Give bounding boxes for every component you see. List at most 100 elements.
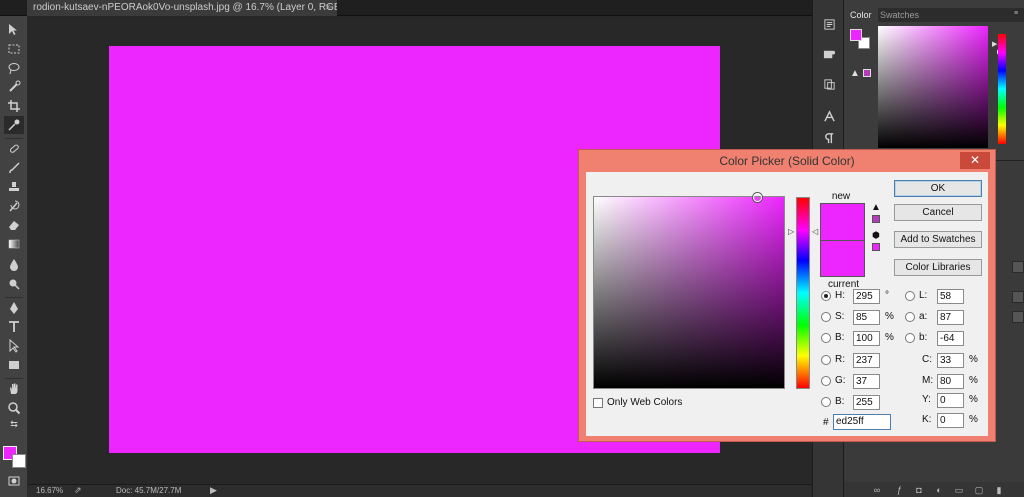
green-row: G: 37 [821,374,901,390]
a-channel-field[interactable]: 87 [937,310,964,325]
blue-row: B: 255 [821,395,901,411]
paragraph-panel-icon[interactable] [821,130,837,146]
magenta-field[interactable]: 80 [937,374,964,389]
a-channel-radio[interactable] [905,312,915,322]
hue-slider-right-pointer-icon[interactable]: ◁ [812,227,818,236]
pen-tool-icon[interactable] [4,299,24,317]
black-unit: % [969,414,978,425]
lasso-tool-icon[interactable] [4,59,24,77]
only-web-colors-checkbox[interactable] [593,398,603,408]
lightness-field[interactable]: 58 [937,289,964,304]
yellow-unit: % [969,394,978,405]
adjustment-layer-icon[interactable]: ◐ [934,485,944,495]
saturation-row: S: 85 % [821,310,901,326]
black-field[interactable]: 0 [937,413,964,428]
crop-tool-icon[interactable] [4,97,24,115]
actions-panel-icon[interactable] [821,46,837,62]
brightness-radio[interactable] [821,333,831,343]
magenta-row: M: 80 % [916,374,986,390]
hand-tool-icon[interactable] [4,380,24,398]
document-tab[interactable]: rodion-kutsaev-nPEORAok0Vo-unsplash.jpg … [27,0,337,16]
hue-radio[interactable] [821,291,831,301]
color-field[interactable] [593,193,785,389]
lightness-row: L: 58 [905,289,985,305]
web-safe-warning-icon[interactable]: ⬢ [872,230,880,241]
web-safe-swatch[interactable] [872,243,880,251]
delete-layer-icon[interactable]: ▮ [994,485,1004,495]
only-web-colors-label[interactable]: Only Web Colors [607,397,682,408]
yellow-row: Y: 0 % [916,393,986,409]
tab-color[interactable]: Color [844,8,878,22]
group-layers-icon[interactable]: ▭ [954,485,964,495]
blur-tool-icon[interactable] [4,256,24,274]
background-color-swatch[interactable] [12,454,26,468]
spot-healing-tool-icon[interactable] [4,140,24,158]
add-to-swatches-button[interactable]: Add to Swatches [894,231,982,248]
close-tab-icon[interactable]: × [325,0,331,16]
history-brush-tool-icon[interactable] [4,197,24,215]
panel-foreground-swatch[interactable] [850,29,862,41]
path-selection-tool-icon[interactable] [4,337,24,355]
current-color-swatch[interactable] [820,241,865,277]
properties-panel-icon[interactable] [821,76,837,92]
character-panel-icon[interactable] [821,108,837,124]
rectangle-tool-icon[interactable] [4,356,24,374]
blue-field[interactable]: 255 [853,395,880,410]
gradient-tool-icon[interactable] [4,235,24,253]
panel-menu-icon[interactable]: ≡ [1014,10,1022,17]
green-radio[interactable] [821,376,831,386]
hex-input[interactable]: ed25ff [833,414,891,430]
layer-mask-icon[interactable]: ◘ [914,485,924,495]
quick-mask-icon[interactable] [4,472,24,490]
red-field[interactable]: 237 [853,353,880,368]
red-radio[interactable] [821,355,831,365]
status-menu-arrow-icon[interactable]: ▶ [210,485,217,496]
zoom-level[interactable]: 16.67% [36,486,63,495]
hue-slider-left-pointer-icon[interactable]: ▷ [788,227,794,236]
a-channel-label: a: [919,311,928,322]
zoom-tool-icon[interactable] [4,399,24,417]
layers-panel-dropdown[interactable] [1012,291,1024,303]
layers-panel-button[interactable] [1012,261,1024,273]
dodge-tool-icon[interactable] [4,275,24,293]
cancel-button[interactable]: Cancel [894,204,982,221]
eyedropper-tool-icon[interactable] [4,116,24,134]
quick-selection-tool-icon[interactable] [4,78,24,96]
brightness-field[interactable]: 100 [853,331,880,346]
ok-button[interactable]: OK [894,180,982,197]
color-field-marker[interactable] [753,193,762,202]
layer-style-icon[interactable]: ƒ [894,485,904,495]
b-channel-radio[interactable] [905,333,915,343]
green-field[interactable]: 37 [853,374,880,389]
clone-stamp-tool-icon[interactable] [4,178,24,196]
swap-colors-icon[interactable]: ⇆ [4,418,24,430]
brush-tool-icon[interactable] [4,159,24,177]
gamut-warning-swatch[interactable] [863,69,871,77]
saturation-radio[interactable] [821,312,831,322]
marquee-tool-icon[interactable] [4,40,24,58]
b-channel-field[interactable]: -64 [937,331,964,346]
tab-swatches[interactable]: Swatches [874,8,925,22]
layers-panel-dropdown[interactable] [1012,311,1024,323]
color-libraries-button[interactable]: Color Libraries [894,259,982,276]
saturation-label: S: [835,311,845,322]
panel-hue-slider[interactable] [998,34,1006,144]
type-tool-icon[interactable] [4,318,24,336]
saturation-field[interactable]: 85 [853,310,880,325]
link-layers-icon[interactable]: ∞ [872,485,882,495]
dialog-close-button[interactable]: ✕ [960,152,990,169]
hue-slider[interactable] [796,197,810,389]
yellow-field[interactable]: 0 [937,393,964,408]
blue-radio[interactable] [821,397,831,407]
share-icon[interactable]: ⇗ [74,485,82,496]
move-tool-icon[interactable] [4,21,24,39]
cyan-field[interactable]: 33 [937,353,964,368]
panel-color-field[interactable] [878,26,1005,148]
gamut-correction-swatch[interactable] [872,215,880,223]
out-of-gamut-warning-icon[interactable]: ▲ [871,202,881,213]
new-layer-icon[interactable]: ▢ [974,485,984,495]
hue-field[interactable]: 295 [853,289,880,304]
lightness-radio[interactable] [905,291,915,301]
eraser-tool-icon[interactable] [4,216,24,234]
history-panel-icon[interactable] [821,16,837,32]
